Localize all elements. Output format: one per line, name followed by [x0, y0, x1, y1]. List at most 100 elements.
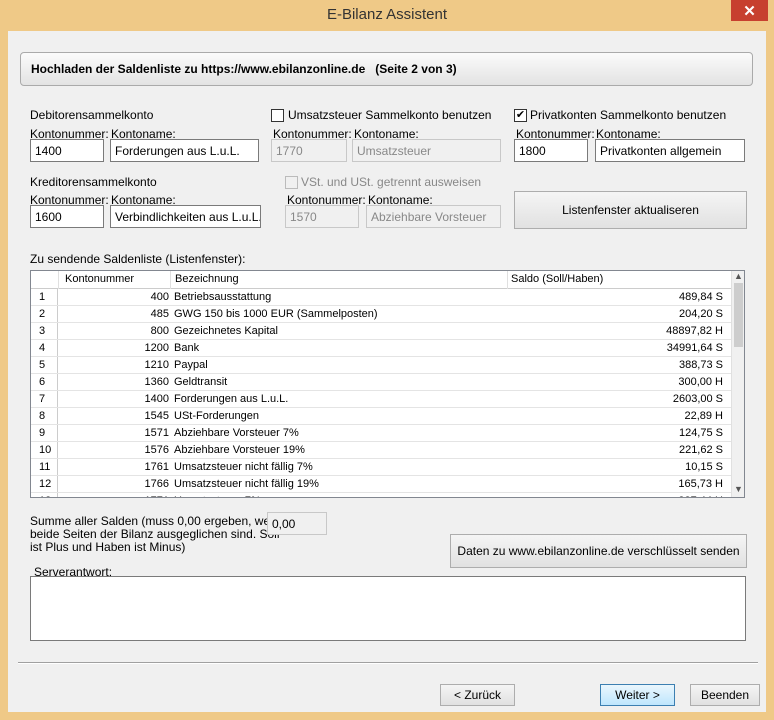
- cell-saldo: 489,84 S: [678, 291, 723, 303]
- summe-field: 0,00: [267, 512, 327, 535]
- row-index: 12: [32, 476, 58, 492]
- table-row[interactable]: 5 1210 Paypal 388,73 S: [31, 357, 731, 374]
- list-label: Zu sendende Saldenliste (Listenfenster):: [30, 252, 246, 266]
- cell-bezeichnung: Bank: [174, 342, 200, 354]
- cell-kontonummer: 485: [150, 308, 169, 320]
- window-title: E-Bilanz Assistent: [326, 6, 448, 23]
- next-button[interactable]: Weiter >: [600, 684, 675, 706]
- cell-kontonummer: 1766: [144, 478, 169, 490]
- summe-label-3: ist Plus und Haben ist Minus): [30, 540, 186, 554]
- summe-label-1: Summe aller Salden (muss 0,00 ergeben, w…: [30, 514, 284, 528]
- table-row[interactable]: 4 1200 Bank 34991,64 S: [31, 340, 731, 357]
- row-index: 10: [32, 442, 58, 458]
- col-header-saldo[interactable]: Saldo (Soll/Haben): [511, 273, 603, 285]
- umsatzsteuer-checkbox[interactable]: [271, 109, 284, 122]
- cell-saldo: 388,73 S: [678, 359, 723, 371]
- cell-saldo: 124,75 S: [678, 427, 723, 439]
- scroll-thumb[interactable]: [734, 283, 743, 347]
- refresh-list-button[interactable]: Listenfenster aktualiseren: [514, 191, 747, 229]
- cell-saldo: 34991,64 S: [666, 342, 723, 354]
- cell-bezeichnung: Gezeichnetes Kapital: [174, 325, 278, 337]
- cell-kontonummer: 1545: [144, 410, 169, 422]
- close-button[interactable]: ✕: [731, 0, 768, 21]
- vorsteuer-nr-field: 1570: [285, 205, 359, 228]
- table-row[interactable]: 12 1766 Umsatzsteuer nicht fällig 19% 165,7…: [31, 476, 731, 493]
- row-index: 5: [32, 357, 58, 373]
- row-index: 13: [32, 493, 58, 497]
- col-header-kontonummer[interactable]: Kontonummer: [65, 273, 134, 285]
- cell-kontonummer: 1200: [144, 342, 169, 354]
- vorsteuer-name-field: Abziehbare Vorsteuer: [366, 205, 501, 228]
- cell-saldo: 300,00 H: [678, 376, 723, 388]
- table-row[interactable]: 3 800 Gezeichnetes Kapital 48897,82 H: [31, 323, 731, 340]
- cell-bezeichnung: GWG 150 bis 1000 EUR (Sammelposten): [174, 308, 378, 320]
- table-row[interactable]: 10 1576 Abziehbare Vorsteuer 19% 221,62 S: [31, 442, 731, 459]
- cell-saldo: 204,20 S: [678, 308, 723, 320]
- privat-name-field[interactable]: Privatkonten allgemein: [595, 139, 745, 162]
- debitor-nr-field[interactable]: 1400: [30, 139, 104, 162]
- cell-kontonummer: 800: [150, 325, 169, 337]
- back-button[interactable]: < Zurück: [440, 684, 515, 706]
- privatkonten-checkbox-label: Privatkonten Sammelkonto benutzen: [530, 108, 727, 122]
- cell-kontonummer: 1210: [144, 359, 169, 371]
- vst-ust-checkbox-label: VSt. und USt. getrennt ausweisen: [301, 175, 482, 189]
- scroll-up-icon[interactable]: ▲: [732, 271, 744, 283]
- cell-kontonummer: 1771: [59, 495, 169, 497]
- cell-saldo: 165,73 H: [678, 478, 723, 490]
- privatkonten-checkbox[interactable]: ✔: [514, 109, 527, 122]
- summe-label-2: beide Seiten der Bilanz ausgeglichen sin…: [30, 527, 280, 541]
- cell-bezeichnung: Abziehbare Vorsteuer 7%: [174, 427, 299, 439]
- row-index: 1: [32, 289, 58, 305]
- page-title: Hochladen der Saldenliste zu https://www…: [31, 62, 457, 76]
- row-index: 11: [32, 459, 58, 475]
- table-row[interactable]: 8 1545 USt-Forderungen 22,89 H: [31, 408, 731, 425]
- finish-button[interactable]: Beenden: [690, 684, 760, 706]
- table-row[interactable]: 2 485 GWG 150 bis 1000 EUR (Sammelposten) 2…: [31, 306, 731, 323]
- table-row[interactable]: 11 1761 Umsatzsteuer nicht fällig 7% 10,15 …: [31, 459, 731, 476]
- col-header-bezeichnung[interactable]: Bezeichnung: [175, 273, 239, 285]
- kreditor-group-label: Kreditorensammelkonto: [30, 175, 157, 189]
- cell-saldo: 10,15 S: [685, 461, 723, 473]
- row-index: 4: [32, 340, 58, 356]
- row-index: 6: [32, 374, 58, 390]
- kreditor-nr-field[interactable]: 1600: [30, 205, 104, 228]
- table-row[interactable]: 6 1360 Geldtransit 300,00 H: [31, 374, 731, 391]
- send-data-button[interactable]: Daten zu www.ebilanzonline.de verschlüss…: [450, 534, 747, 568]
- cell-saldo: 221,62 S: [678, 444, 723, 456]
- umsatzsteuer-nr-field: 1770: [271, 139, 347, 162]
- cell-bezeichnung: Umsatzsteuer 7%: [174, 495, 261, 497]
- footer-separator: [18, 662, 758, 664]
- cell-bezeichnung: Geldtransit: [174, 376, 228, 388]
- cell-bezeichnung: Umsatzsteuer nicht fällig 7%: [174, 461, 313, 473]
- cell-kontonummer: 1576: [144, 444, 169, 456]
- cell-saldo: 327,44 H: [507, 495, 723, 497]
- server-response-field[interactable]: [30, 576, 746, 641]
- kreditor-name-field[interactable]: Verbindlichkeiten aus L.u.L.: [110, 205, 261, 228]
- grid-scrollbar[interactable]: ▲ ▼: [731, 271, 744, 497]
- wizard-client-area: Hochladen der Saldenliste zu https://www…: [8, 31, 766, 712]
- table-row[interactable]: 7 1400 Forderungen aus L.u.L. 2603,00 S: [31, 391, 731, 408]
- debitor-name-field[interactable]: Forderungen aus L.u.L.: [110, 139, 259, 162]
- saldenliste-grid[interactable]: Kontonummer Bezeichnung Saldo (Soll/Habe…: [30, 270, 745, 498]
- debitor-group-label: Debitorensammelkonto: [30, 108, 154, 122]
- umsatzsteuer-name-field: Umsatzsteuer: [352, 139, 501, 162]
- privat-nr-field[interactable]: 1800: [514, 139, 588, 162]
- cell-bezeichnung: USt-Forderungen: [174, 410, 259, 422]
- table-row[interactable]: 131771 Umsatzsteuer 7% 327,44 H: [31, 493, 731, 497]
- umsatzsteuer-checkbox-label: Umsatzsteuer Sammelkonto benutzen: [288, 108, 492, 122]
- grid-header: Kontonummer Bezeichnung Saldo (Soll/Habe…: [31, 271, 731, 289]
- scroll-down-icon[interactable]: ▼: [732, 484, 744, 496]
- cell-bezeichnung: Paypal: [174, 359, 208, 371]
- row-index: 3: [32, 323, 58, 339]
- cell-kontonummer: 1761: [144, 461, 169, 473]
- cell-kontonummer: 1360: [144, 376, 169, 388]
- table-row[interactable]: 9 1571 Abziehbare Vorsteuer 7% 124,75 S: [31, 425, 731, 442]
- page-header: Hochladen der Saldenliste zu https://www…: [20, 52, 753, 86]
- cell-bezeichnung: Betriebsausstattung: [174, 291, 272, 303]
- title-bar: E-Bilanz Assistent ✕: [0, 0, 774, 31]
- table-row[interactable]: 1 400 Betriebsausstattung 489,84 S: [31, 289, 731, 306]
- cell-bezeichnung: Forderungen aus L.u.L.: [174, 393, 289, 405]
- cell-bezeichnung: Umsatzsteuer nicht fällig 19%: [174, 478, 319, 490]
- vst-ust-checkbox: [285, 176, 298, 189]
- cell-kontonummer: 1400: [144, 393, 169, 405]
